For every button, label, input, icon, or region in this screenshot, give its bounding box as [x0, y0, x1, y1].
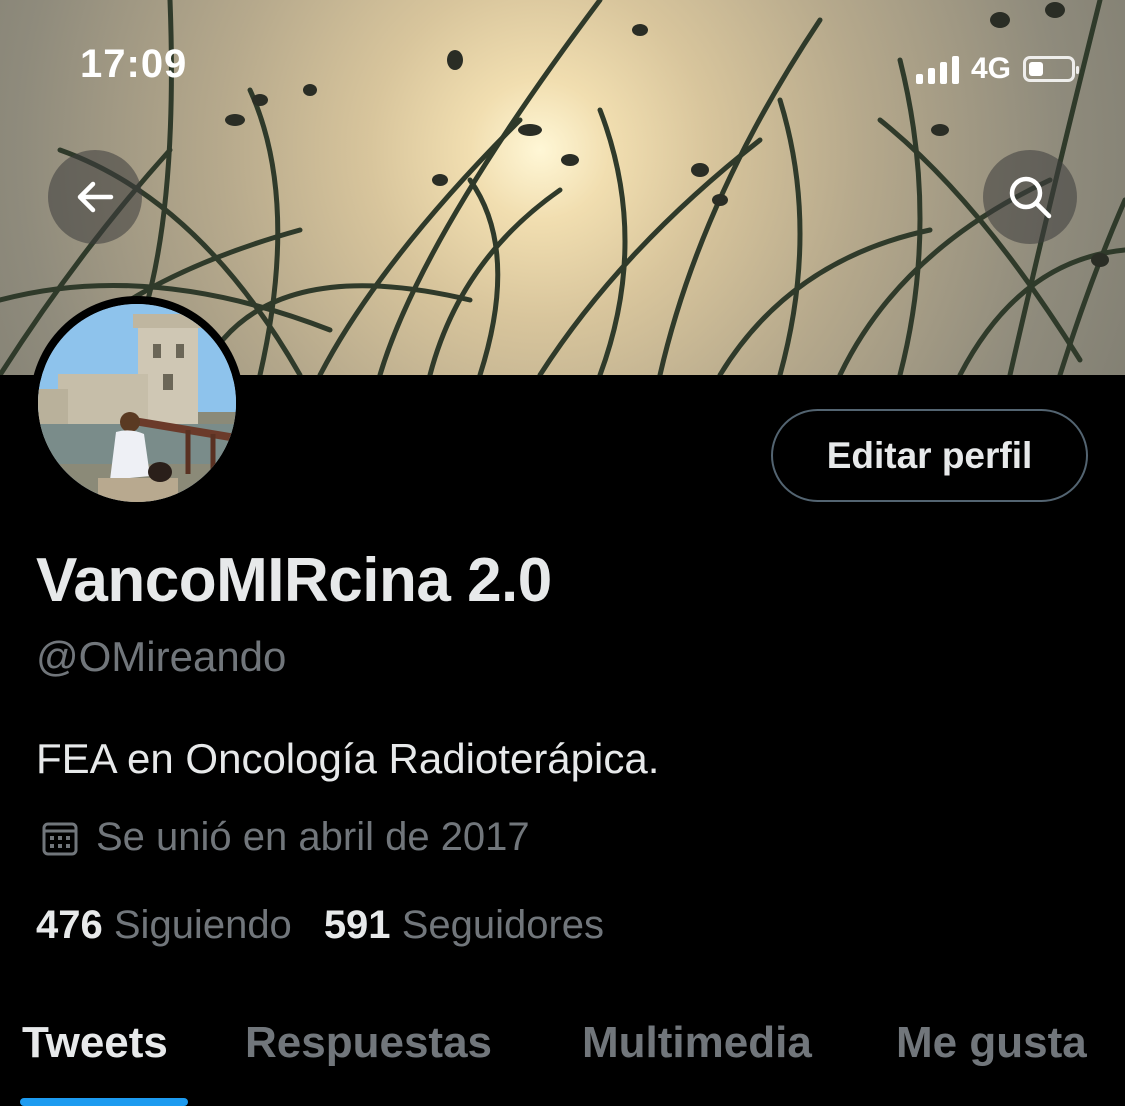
edit-profile-button[interactable]: Editar perfil	[771, 409, 1088, 502]
calendar-icon	[42, 822, 78, 855]
following-label: Siguiendo	[113, 903, 292, 947]
cellular-signal-icon	[915, 54, 959, 84]
followers-count: 591	[323, 903, 391, 947]
profile-tabs: Tweets Respuestas Multimedia Me gusta	[0, 1010, 1125, 1106]
followers-link[interactable]: 591 Seguidores	[324, 903, 604, 948]
network-type: 4G	[970, 52, 1011, 85]
tab-me-gusta[interactable]: Me gusta	[896, 1018, 1087, 1068]
profile-bio: FEA en Oncología Radioterápica.	[36, 735, 660, 782]
tab-multimedia[interactable]: Multimedia	[582, 1018, 812, 1068]
battery-level	[1029, 62, 1043, 76]
back-button[interactable]	[48, 150, 142, 244]
following-count: 476	[36, 903, 103, 947]
active-tab-indicator	[20, 1098, 188, 1106]
follow-counts: 476 Siguiendo 591 Seguidores	[36, 903, 604, 948]
avatar-photo	[38, 304, 236, 502]
username-handle: @OMireando	[36, 633, 287, 680]
status-indicators: 4G	[915, 52, 1079, 86]
avatar[interactable]	[30, 296, 244, 510]
following-link[interactable]: 476 Siguiendo	[36, 903, 292, 948]
tab-respuestas[interactable]: Respuestas	[245, 1018, 492, 1068]
status-time: 17:09	[80, 42, 188, 86]
join-date: Se unió en abril de 2017	[40, 815, 530, 860]
arrow-left-icon	[77, 181, 114, 213]
join-date-text: Se unió en abril de 2017	[96, 815, 530, 859]
search-icon	[1009, 176, 1052, 219]
search-button[interactable]	[983, 150, 1077, 244]
display-name: VancoMIRcina 2.0	[36, 546, 552, 615]
tab-tweets[interactable]: Tweets	[22, 1018, 168, 1068]
battery-icon	[1023, 56, 1079, 82]
followers-label: Seguidores	[401, 903, 605, 947]
